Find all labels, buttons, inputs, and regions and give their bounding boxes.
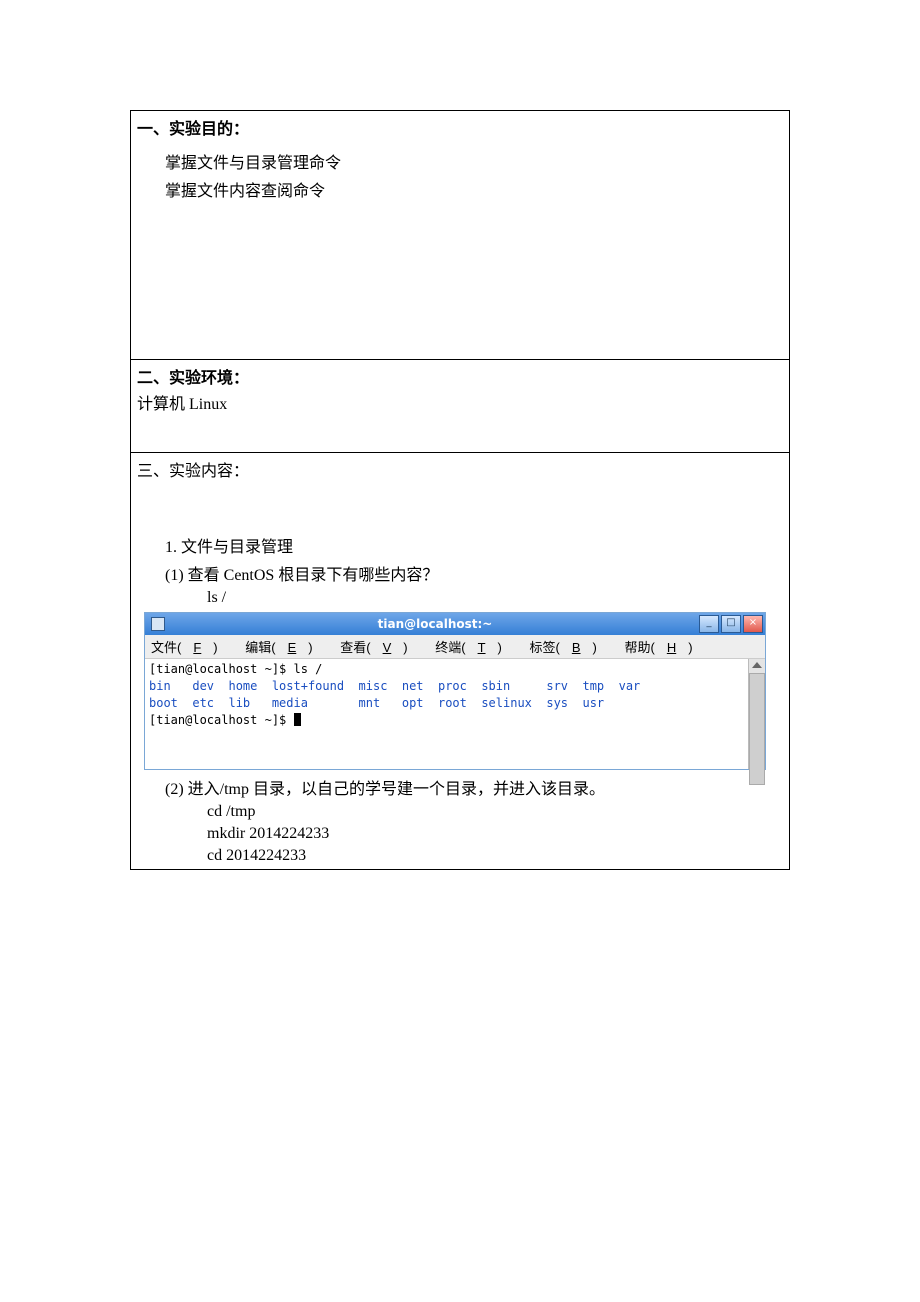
menu-view[interactable]: 查看(V): [340, 640, 419, 655]
terminal-title: tian@localhost:~: [171, 617, 699, 631]
terminal-window: tian@localhost:~ _ □ × 文件(F) 编辑(E) 查看(V)…: [145, 613, 765, 769]
menu-edit[interactable]: 编辑(E): [245, 640, 324, 655]
window-controls: _ □ ×: [699, 615, 765, 633]
step-2-cmd-2: mkdir 2014224233: [137, 825, 783, 843]
menu-tabs[interactable]: 标签(B): [530, 640, 609, 655]
terminal-cursor: [294, 713, 301, 726]
minimize-button[interactable]: _: [699, 615, 719, 633]
terminal-body-wrap: [tian@localhost ~]$ ls / bin dev home lo…: [145, 659, 765, 769]
prompt-line-2: [tian@localhost ~]$: [149, 713, 294, 727]
terminal-scrollbar[interactable]: [748, 659, 765, 769]
document-page: 一、实验目的： 掌握文件与目录管理命令 掌握文件内容查阅命令 二、实验环境： 计…: [0, 0, 920, 1302]
close-button[interactable]: ×: [743, 615, 763, 633]
dir-listing-row-1: bin dev home lost+found misc net proc sb…: [149, 679, 640, 693]
section-2-heading: 二、实验环境：: [137, 364, 783, 388]
terminal-titlebar[interactable]: tian@localhost:~ _ □ ×: [145, 613, 765, 635]
item-1-heading: 1. 文件与目录管理: [137, 533, 783, 557]
section-1-cell: 一、实验目的： 掌握文件与目录管理命令 掌握文件内容查阅命令: [131, 111, 790, 360]
objective-line-2: 掌握文件内容查阅命令: [137, 177, 783, 201]
step-1-text: (1) 查看 CentOS 根目录下有哪些内容？: [137, 561, 783, 585]
scroll-thumb[interactable]: [749, 673, 765, 785]
prompt-line-1: [tian@localhost ~]$ ls /: [149, 662, 322, 676]
dir-listing-row-2: boot etc lib media mnt opt root selinux …: [149, 696, 604, 710]
heading-text: 二、实验环境：: [137, 370, 249, 387]
step-2-cmd-3: cd 2014224233: [137, 847, 783, 865]
terminal-menubar: 文件(F) 编辑(E) 查看(V) 终端(T) 标签(B) 帮助(H): [145, 635, 765, 659]
menu-file[interactable]: 文件(F): [151, 640, 230, 655]
environment-line: 计算机 Linux: [137, 390, 783, 414]
section-2-cell: 二、实验环境： 计算机 Linux: [131, 360, 790, 453]
step-1-cmd: ls /: [137, 589, 783, 607]
step-2-text: (2) 进入/tmp 目录，以自己的学号建一个目录，并进入该目录。: [137, 775, 783, 799]
menu-terminal[interactable]: 终端(T): [435, 640, 514, 655]
scroll-up-icon[interactable]: [752, 662, 762, 668]
step-2-cmd-1: cd /tmp: [137, 803, 783, 821]
objective-line-1: 掌握文件与目录管理命令: [137, 149, 783, 173]
document-table: 一、实验目的： 掌握文件与目录管理命令 掌握文件内容查阅命令 二、实验环境： 计…: [130, 110, 790, 870]
menu-help[interactable]: 帮助(H): [624, 640, 704, 655]
terminal-output[interactable]: [tian@localhost ~]$ ls / bin dev home lo…: [145, 659, 748, 769]
section-3-heading: 三、实验内容：: [137, 457, 783, 481]
section-1-heading: 一、实验目的：: [137, 115, 783, 139]
terminal-app-icon: [151, 617, 165, 631]
section-3-cell: 三、实验内容： 1. 文件与目录管理 (1) 查看 CentOS 根目录下有哪些…: [131, 453, 790, 870]
maximize-button[interactable]: □: [721, 615, 741, 633]
heading-text: 一、实验目的：: [137, 121, 249, 138]
